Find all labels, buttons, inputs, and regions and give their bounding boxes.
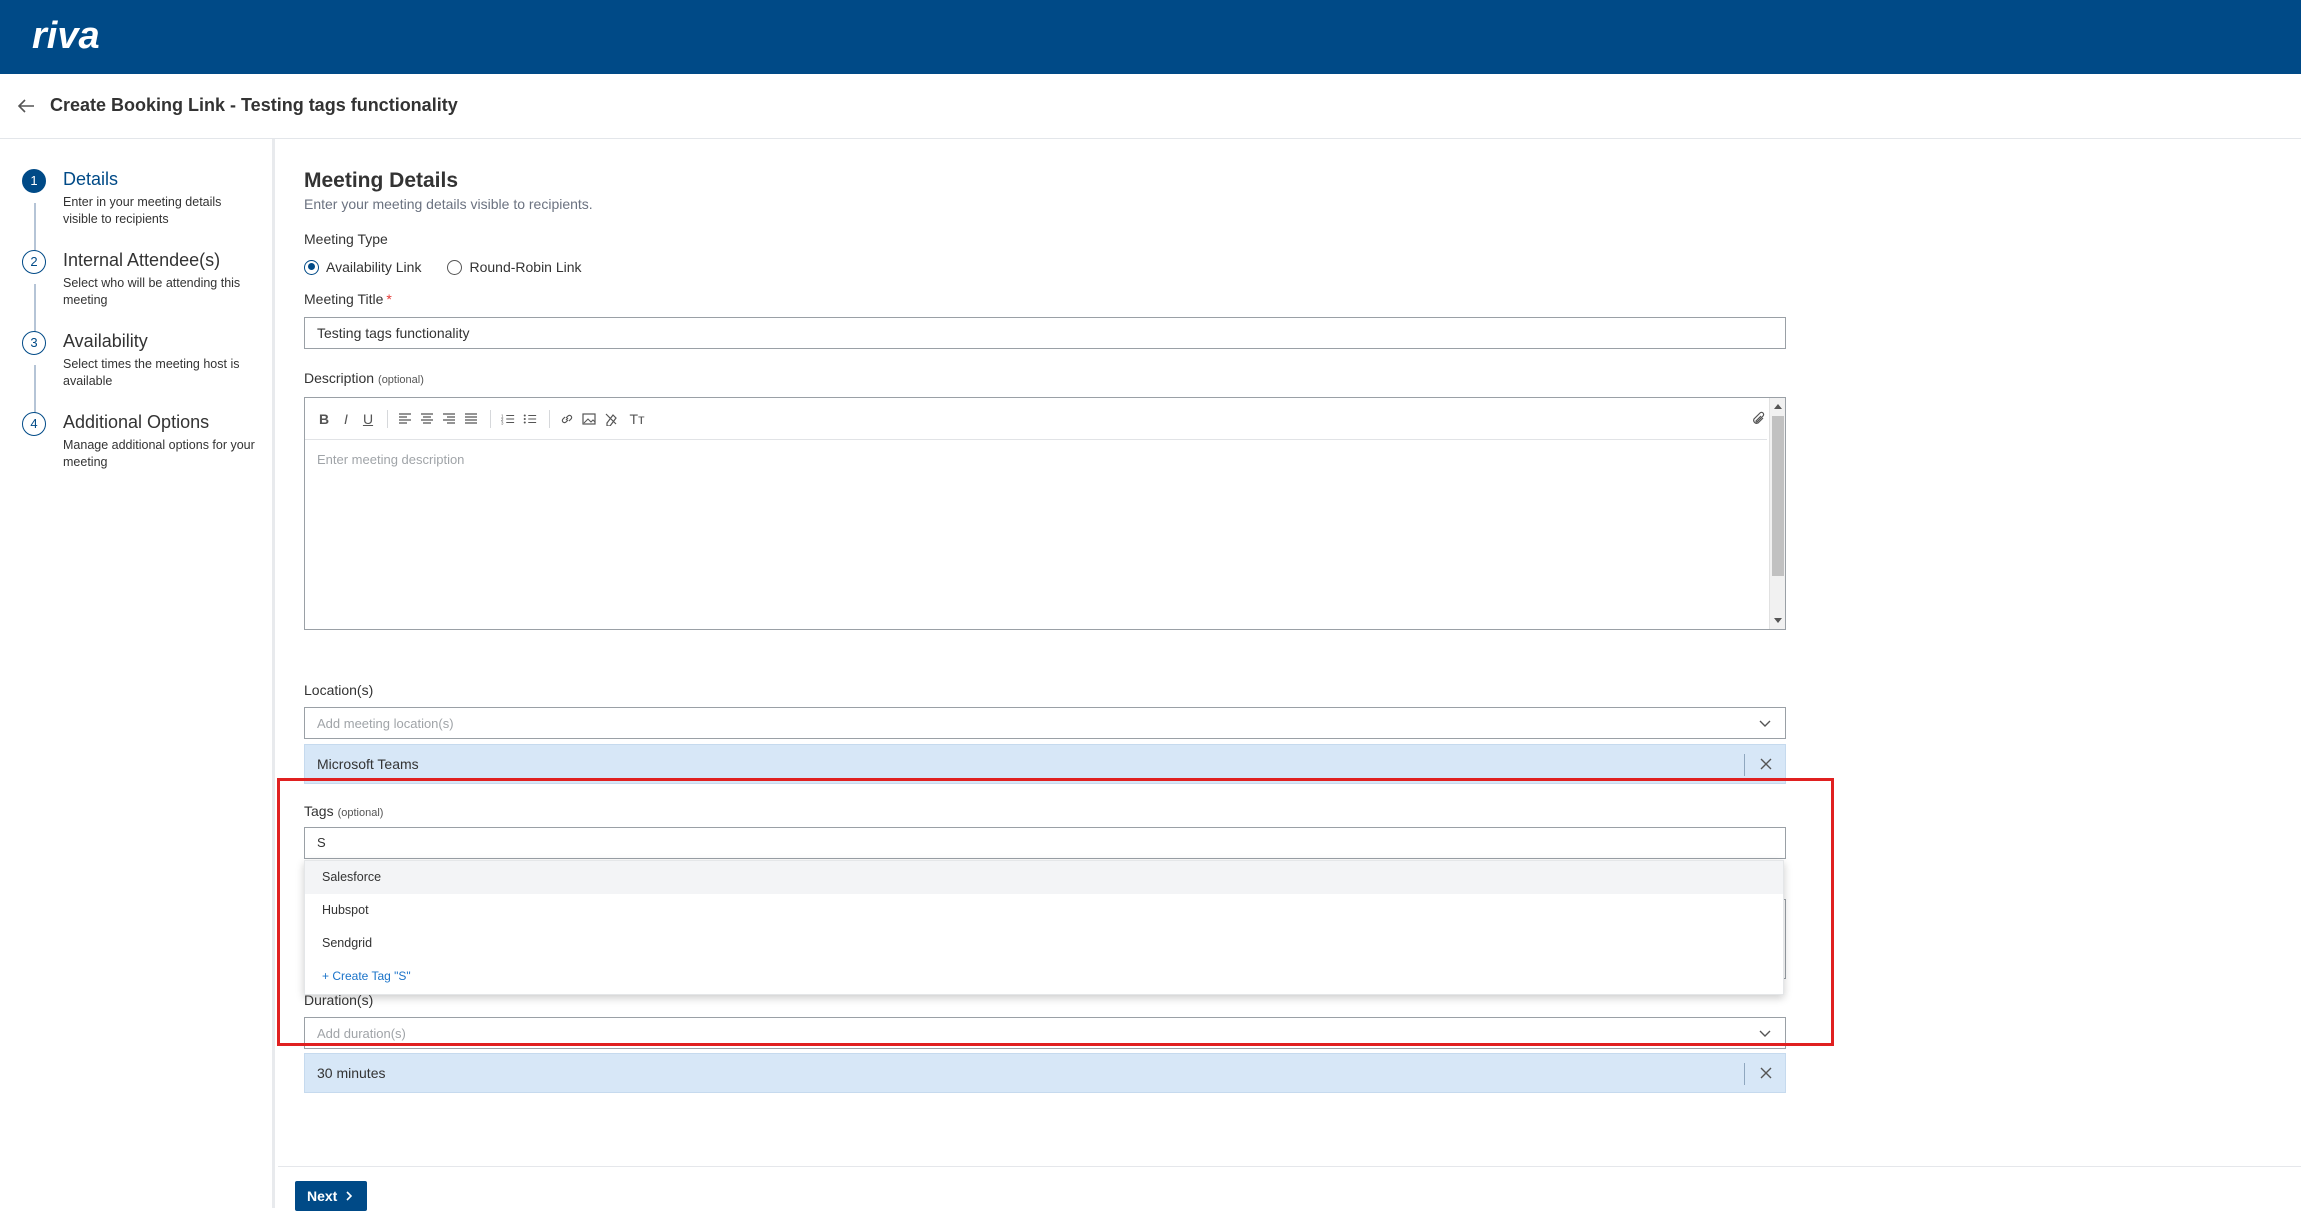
tags-input[interactable]: S [304, 827, 1786, 859]
bullet-list-icon[interactable] [523, 412, 537, 426]
location-selected-item: Microsoft Teams [304, 744, 1786, 784]
svg-text:3: 3 [501, 420, 504, 425]
step-number: 2 [22, 250, 46, 274]
description-label: Description (optional) [304, 370, 424, 386]
tag-option-hubspot[interactable]: Hubspot [305, 894, 1783, 927]
description-editor[interactable]: B I U 123 Tт Enter meeting description [304, 397, 1786, 630]
label-text: Meeting Title [304, 291, 384, 307]
close-icon[interactable] [1759, 757, 1773, 771]
align-left-icon[interactable] [398, 412, 412, 426]
meeting-type-label: Meeting Type [304, 231, 388, 247]
next-button[interactable]: Next [295, 1181, 367, 1211]
section-title: Meeting Details [304, 169, 459, 192]
location-select[interactable]: Add meeting location(s) [304, 707, 1786, 739]
duration-selected-item: 30 minutes [304, 1053, 1786, 1093]
bold-icon[interactable]: B [317, 411, 331, 427]
location-selected-label: Microsoft Teams [317, 756, 419, 772]
duration-label: Duration(s) [304, 992, 374, 1008]
step-number: 1 [22, 169, 46, 193]
page-header: Create Booking Link - Testing tags funct… [0, 74, 2301, 139]
meeting-title-input[interactable]: Testing tags functionality [304, 317, 1786, 349]
meeting-type-radio-group: Availability Link Round-Robin Link [304, 259, 608, 275]
section-subtitle: Enter your meeting details visible to re… [304, 196, 593, 212]
duration-placeholder: Add duration(s) [317, 1026, 406, 1041]
round-robin-link-radio[interactable] [447, 259, 463, 275]
required-marker: * [386, 291, 392, 307]
chip-divider [1744, 754, 1745, 776]
top-navigation-bar: riva [0, 0, 2301, 74]
step-availability[interactable]: 3 Availability Select times the meeting … [22, 331, 272, 391]
label-text: Description [304, 370, 375, 386]
footer-bar: Next [278, 1166, 2301, 1211]
tags-label: Tags (optional) [304, 803, 383, 819]
chip-divider [1744, 1063, 1745, 1085]
step-details[interactable]: 1 Details Enter in your meeting details … [22, 169, 272, 229]
create-tag-option[interactable]: + Create Tag "S" [305, 960, 1783, 993]
step-description: Select times the meeting host is availab… [63, 357, 240, 388]
arrow-left-icon[interactable] [14, 94, 38, 118]
description-placeholder: Enter meeting description [317, 452, 465, 467]
scrollbar-thumb[interactable] [1772, 416, 1784, 576]
scroll-up-arrow-icon[interactable] [1774, 404, 1782, 409]
step-title: Additional Options [63, 412, 210, 432]
step-additional-options[interactable]: 4 Additional Options Manage additional o… [22, 412, 272, 472]
location-label: Location(s) [304, 682, 374, 698]
underline-icon[interactable]: U [361, 411, 375, 427]
align-right-icon[interactable] [442, 412, 456, 426]
chevron-right-icon [346, 1191, 353, 1201]
scroll-down-arrow-icon[interactable] [1774, 618, 1782, 623]
step-number: 4 [22, 412, 46, 436]
ordered-list-icon[interactable]: 123 [501, 412, 515, 426]
radio-label: Round-Robin Link [469, 259, 582, 275]
svg-text:riva: riva [32, 15, 100, 57]
attachment-icon[interactable] [1751, 410, 1767, 428]
step-title: Details [63, 169, 119, 189]
page-title: Create Booking Link - Testing tags funct… [50, 95, 458, 115]
optional-hint: (optional) [378, 374, 424, 386]
step-description: Select who will be attending this meetin… [63, 276, 241, 307]
riva-logo[interactable]: riva [32, 14, 142, 58]
align-justify-icon[interactable] [464, 412, 478, 426]
step-sidebar: 1 Details Enter in your meeting details … [0, 139, 275, 1208]
tags-dropdown: Salesforce Hubspot Sendgrid + Create Tag… [304, 860, 1784, 995]
chevron-down-icon[interactable] [1759, 1027, 1771, 1039]
optional-hint: (optional) [337, 807, 384, 819]
editor-toolbar: B I U 123 Tт [305, 398, 1767, 440]
chevron-down-icon[interactable] [1759, 717, 1771, 729]
toolbar-divider [387, 409, 388, 428]
step-number: 3 [22, 331, 46, 355]
duration-selected-label: 30 minutes [317, 1065, 386, 1081]
next-button-label: Next [307, 1188, 338, 1204]
duration-select[interactable]: Add duration(s) [304, 1017, 1786, 1049]
radio-label: Availability Link [326, 259, 422, 275]
availability-link-radio[interactable] [304, 259, 319, 275]
tag-option-sendgrid[interactable]: Sendgrid [305, 927, 1783, 960]
label-text: Tags [304, 803, 334, 819]
editor-scrollbar[interactable] [1769, 398, 1785, 629]
toolbar-divider [549, 409, 550, 428]
image-icon[interactable] [582, 412, 596, 426]
location-placeholder: Add meeting location(s) [317, 716, 454, 731]
text-size-icon[interactable]: Tт [626, 411, 648, 427]
step-title: Availability [63, 331, 148, 351]
step-description: Enter in your meeting details visible to… [63, 195, 222, 226]
step-title: Internal Attendee(s) [63, 250, 221, 270]
align-center-icon[interactable] [420, 412, 434, 426]
link-icon[interactable] [560, 412, 574, 426]
toolbar-divider [490, 409, 491, 428]
meeting-title-label: Meeting Title * [304, 291, 392, 307]
clear-format-icon[interactable] [604, 412, 618, 426]
italic-icon[interactable]: I [339, 411, 353, 427]
tag-option-salesforce[interactable]: Salesforce [305, 861, 1783, 894]
step-internal-attendees[interactable]: 2 Internal Attendee(s) Select who will b… [22, 250, 272, 310]
step-description: Manage additional options for your meeti… [63, 438, 255, 469]
close-icon[interactable] [1759, 1066, 1773, 1080]
main-content: Meeting Details Enter your meeting detai… [278, 139, 2301, 1208]
